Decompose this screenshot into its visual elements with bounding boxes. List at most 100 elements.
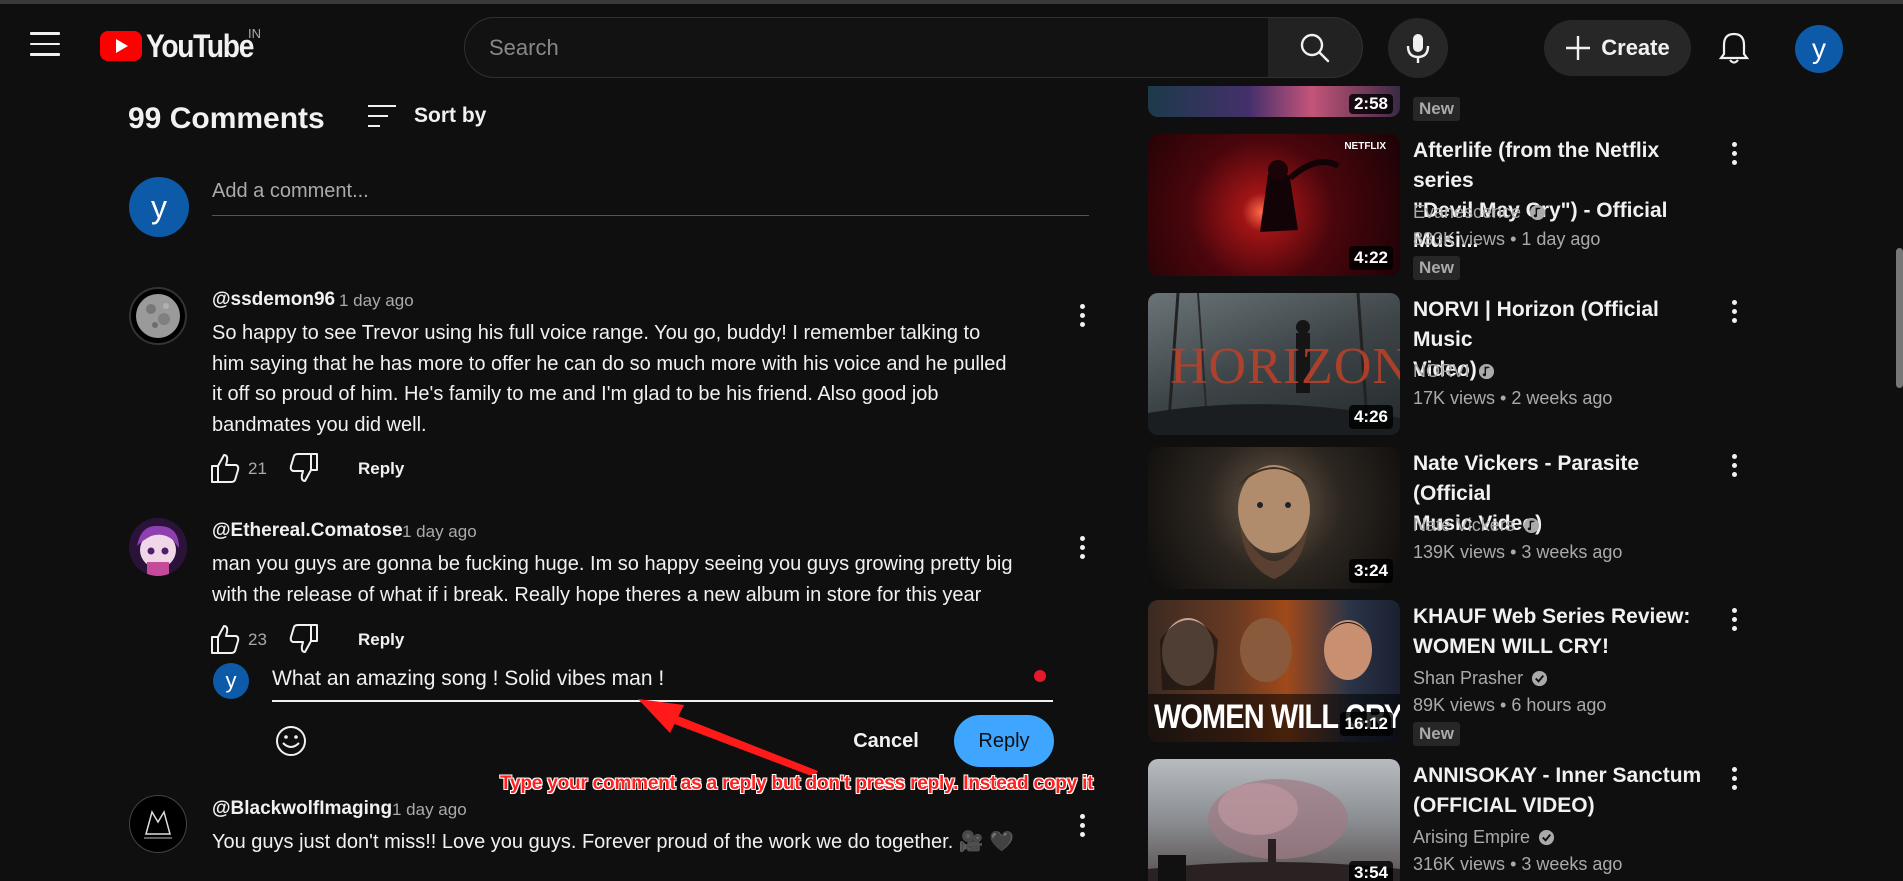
- comment-line: with the release of what if i break. Rea…: [212, 583, 982, 606]
- moon-avatar-icon: [136, 294, 180, 338]
- video-title-line: ANNISOKAY - Inner Sanctum: [1413, 764, 1702, 787]
- video-more-icon[interactable]: [1722, 604, 1746, 634]
- search-box[interactable]: [464, 17, 1269, 78]
- like-icon[interactable]: [209, 623, 241, 655]
- video-meta: 139K views • 3 weeks ago: [1413, 542, 1623, 562]
- commenter-avatar[interactable]: [129, 287, 187, 345]
- video-thumbnail[interactable]: 3:24: [1148, 447, 1400, 589]
- video-title-line: KHAUF Web Series Review:: [1413, 605, 1691, 628]
- comment-time[interactable]: 1 day ago: [402, 522, 477, 542]
- bell-icon: [1719, 32, 1749, 64]
- video-meta: 17K views • 2 weeks ago: [1413, 388, 1613, 408]
- video-more-icon[interactable]: [1722, 138, 1746, 168]
- comment-author[interactable]: @ssdemon96: [212, 289, 335, 311]
- video-more-icon[interactable]: [1722, 296, 1746, 326]
- reply-link[interactable]: Reply: [358, 459, 404, 479]
- account-avatar[interactable]: y: [1795, 25, 1843, 73]
- channel-name[interactable]: Nate Vickers: [1413, 515, 1540, 536]
- commenter-avatar[interactable]: [129, 795, 187, 853]
- video-title-line: NORVI | Horizon (Official Music: [1413, 298, 1659, 351]
- channel-label: Shan Prasher: [1413, 668, 1524, 688]
- like-count: 23: [248, 630, 267, 649]
- video-duration: 4:26: [1348, 405, 1393, 429]
- like-icon[interactable]: [209, 452, 241, 484]
- verified-check-icon: [1532, 670, 1548, 687]
- channel-name[interactable]: Arising Empire: [1413, 827, 1555, 848]
- masthead: YouTube IN Create y: [0, 4, 1903, 86]
- comment-line: it off so proud of him. He's family to m…: [212, 383, 939, 405]
- video-duration: 3:54: [1348, 861, 1393, 881]
- video-duration: 2:58: [1348, 94, 1393, 114]
- region-code: IN: [248, 26, 261, 41]
- add-comment-input[interactable]: Add a comment...: [212, 180, 1089, 216]
- comment-more-icon[interactable]: [1070, 810, 1094, 840]
- hamburger-menu-icon[interactable]: [30, 32, 60, 56]
- submit-reply-button[interactable]: Reply: [954, 715, 1054, 767]
- create-label: Create: [1601, 35, 1670, 60]
- channel-name[interactable]: Shan Prasher: [1413, 668, 1548, 689]
- video-views: 17K views: [1413, 388, 1496, 408]
- video-age: 3 weeks ago: [1521, 854, 1623, 874]
- emoji-icon[interactable]: [274, 724, 308, 758]
- dislike-icon[interactable]: [288, 452, 320, 484]
- voice-search-button[interactable]: [1388, 18, 1448, 78]
- search-icon: [1300, 33, 1330, 62]
- video-duration: 4:22: [1348, 246, 1393, 270]
- channel-label: Nate Vickers: [1413, 515, 1515, 535]
- verified-music-icon: [1530, 204, 1546, 221]
- comment-author[interactable]: @Ethereal.Comatose: [212, 520, 403, 542]
- sort-icon: [368, 105, 396, 127]
- comment-more-icon[interactable]: [1070, 300, 1094, 330]
- verified-check-icon: [1538, 829, 1555, 846]
- video-thumbnail[interactable]: 3:54: [1148, 759, 1400, 881]
- like-count: 21: [248, 459, 267, 478]
- sort-by-label: Sort by: [414, 104, 487, 127]
- video-more-icon[interactable]: [1722, 763, 1746, 793]
- verified-music-icon: [1523, 517, 1539, 534]
- comments-count: 99 Comments: [128, 102, 325, 135]
- video-views: 139K views: [1413, 542, 1506, 562]
- comment-line: So happy to see Trevor using his full vo…: [212, 322, 981, 344]
- comment-time[interactable]: 1 day ago: [339, 291, 414, 311]
- annotation-arrow-icon: [638, 699, 818, 775]
- dislike-icon[interactable]: [288, 623, 320, 655]
- video-title-line: Nate Vickers - Parasite (Official: [1413, 452, 1640, 505]
- comment-line: man you guys are gonna be fucking huge. …: [212, 553, 1013, 575]
- page-scrollbar[interactable]: [1896, 248, 1903, 388]
- thumbnail-label: HORIZON: [1170, 338, 1400, 395]
- video-meta: 833K views • 1 day ago: [1413, 229, 1601, 249]
- comment-more-icon[interactable]: [1070, 532, 1094, 562]
- channel-label: NORVI: [1413, 361, 1470, 381]
- video-thumbnail[interactable]: 2:58: [1148, 86, 1400, 117]
- create-button[interactable]: Create: [1544, 20, 1691, 76]
- video-age: 2 weeks ago: [1511, 388, 1613, 408]
- video-title-line: Afterlife (from the Netflix series: [1413, 139, 1660, 192]
- microphone-icon: [1406, 34, 1430, 63]
- sort-by-button[interactable]: Sort by: [368, 104, 486, 128]
- video-thumbnail[interactable]: NETFLIX 4:22: [1148, 134, 1400, 276]
- video-thumbnail[interactable]: HORIZON 4:26: [1148, 293, 1400, 435]
- video-duration: 3:24: [1348, 559, 1393, 583]
- video-thumbnail[interactable]: WOMEN WILL CRY 16:12: [1148, 600, 1400, 742]
- video-title[interactable]: ANNISOKAY - Inner Sanctum (OFFICIAL VIDE…: [1413, 761, 1723, 821]
- channel-name[interactable]: NORVI: [1413, 361, 1495, 382]
- comment-time[interactable]: 1 day ago: [392, 800, 467, 820]
- comment-text: So happy to see Trevor using his full vo…: [212, 318, 1007, 440]
- search-button[interactable]: [1268, 17, 1363, 78]
- channel-name[interactable]: Evanescence: [1413, 202, 1546, 223]
- reply-link[interactable]: Reply: [358, 630, 404, 650]
- reply-user-avatar: y: [213, 663, 249, 699]
- youtube-logo[interactable]: YouTube: [100, 28, 268, 64]
- search-input[interactable]: [489, 34, 1268, 61]
- video-more-icon[interactable]: [1722, 450, 1746, 480]
- commenter-avatar[interactable]: [129, 518, 187, 576]
- comment-author[interactable]: @BlackwolfImaging: [212, 798, 392, 820]
- video-title-line: (OFFICIAL VIDEO): [1413, 794, 1595, 817]
- notifications-button[interactable]: [1712, 26, 1756, 70]
- new-badge: New: [1413, 97, 1460, 121]
- video-title[interactable]: KHAUF Web Series Review: WOMEN WILL CRY!: [1413, 602, 1723, 662]
- youtube-play-icon: [100, 31, 142, 61]
- anime-avatar-icon: [129, 518, 187, 576]
- cancel-reply-button[interactable]: Cancel: [838, 715, 934, 767]
- video-views: 89K views: [1413, 695, 1496, 715]
